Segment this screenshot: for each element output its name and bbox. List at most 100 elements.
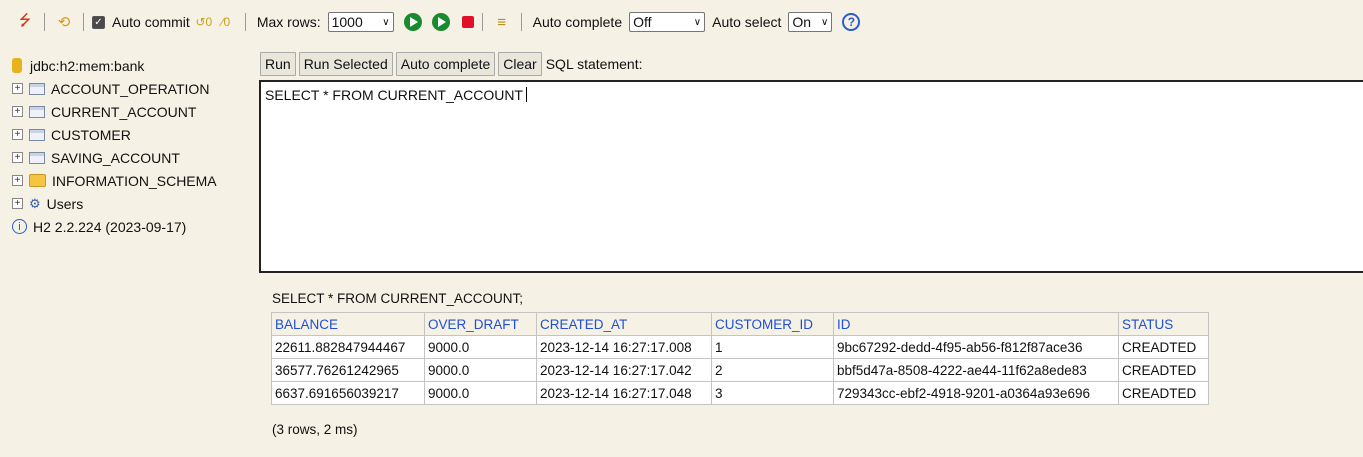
chevron-down-icon: ∨ [821, 16, 829, 28]
table-cell: 2023-12-14 16:27:17.008 [536, 335, 712, 359]
expand-icon[interactable]: + [12, 129, 23, 140]
run-selected-button[interactable]: Run Selected [298, 52, 393, 76]
column-header-id[interactable]: ID [833, 312, 1119, 336]
table-cell: 9000.0 [424, 381, 537, 405]
sql-editor[interactable]: SELECT * FROM CURRENT_ACCOUNT [259, 80, 1363, 273]
table-cell: 9000.0 [424, 335, 537, 359]
run-selected-icon[interactable] [431, 13, 450, 31]
users-label: Users [46, 195, 84, 212]
table-cell: CREADTED [1118, 358, 1209, 382]
table-cell: 22611.882847944467 [271, 335, 425, 359]
run-button[interactable]: Run [260, 52, 296, 76]
column-header-status[interactable]: STATUS [1118, 312, 1209, 336]
rollback-icon[interactable]: ↺0 [193, 11, 215, 33]
toolbar-separator [481, 13, 483, 31]
database-icon [12, 58, 22, 73]
table-cell: 36577.76261242965 [271, 358, 425, 382]
tree-table-customer[interactable]: + CUSTOMER [12, 123, 252, 146]
folder-icon [29, 174, 46, 187]
table-cell: 2023-12-14 16:27:17.042 [536, 358, 712, 382]
table-label: SAVING_ACCOUNT [51, 149, 180, 166]
run-icon[interactable] [403, 13, 422, 31]
table-cell: bbf5d47a-8508-4222-ae44-11f62a8ede83 [833, 358, 1119, 382]
expand-icon[interactable]: + [12, 83, 23, 94]
info-icon: i [12, 219, 27, 234]
auto-complete-value: Off [633, 14, 652, 30]
result-query-text: SELECT * FROM CURRENT_ACCOUNT; [272, 291, 524, 306]
table-cell: 729343cc-ebf2-4918-9201-a0364a93e696 [833, 381, 1119, 405]
table-icon [29, 105, 45, 118]
clear-button[interactable]: Clear [498, 52, 542, 76]
result-table: BALANCE OVER_DRAFT CREATED_AT CUSTOMER_I… [271, 312, 1209, 405]
table-row: 36577.76261242965 9000.0 2023-12-14 16:2… [271, 358, 1209, 382]
tree-table-current-account[interactable]: + CURRENT_ACCOUNT [12, 100, 252, 123]
table-cell: 1 [711, 335, 834, 359]
chevron-down-icon: ∨ [382, 16, 390, 28]
auto-select-label: Auto select [712, 14, 782, 30]
auto-select-select[interactable]: On ∨ [788, 12, 833, 32]
tree-table-saving-account[interactable]: + SAVING_ACCOUNT [12, 146, 252, 169]
column-header-over-draft[interactable]: OVER_DRAFT [424, 312, 537, 336]
table-label: ACCOUNT_OPERATION [51, 80, 210, 97]
users-icon: ⚙ [29, 195, 41, 211]
expand-icon[interactable]: + [12, 175, 23, 186]
auto-commit-checkbox[interactable]: ✓ [92, 15, 105, 29]
table-icon [29, 151, 45, 164]
commit-icon[interactable]: ∕0 [215, 11, 237, 33]
auto-complete-select[interactable]: Off ∨ [629, 12, 706, 32]
connection-label: jdbc:h2:mem:bank [30, 57, 145, 74]
sql-editor-text: SELECT * FROM CURRENT_ACCOUNT [265, 87, 523, 103]
tree-users[interactable]: + ⚙ Users [12, 192, 252, 215]
table-row: 22611.882847944467 9000.0 2023-12-14 16:… [271, 335, 1209, 359]
version-label: H2 2.2.224 (2023-09-17) [33, 218, 187, 235]
schema-tree: jdbc:h2:mem:bank + ACCOUNT_OPERATION + C… [12, 54, 252, 238]
table-cell: 6637.691656039217 [271, 381, 425, 405]
auto-commit-label: Auto commit [112, 14, 190, 30]
column-header-balance[interactable]: BALANCE [271, 312, 425, 336]
column-header-created-at[interactable]: CREATED_AT [536, 312, 712, 336]
column-header-customer-id[interactable]: CUSTOMER_ID [711, 312, 834, 336]
expand-icon[interactable]: + [12, 198, 23, 209]
tree-version: i H2 2.2.224 (2023-09-17) [12, 215, 252, 238]
auto-select-value: On [792, 14, 812, 30]
table-icon [29, 128, 45, 141]
table-cell: 9000.0 [424, 358, 537, 382]
auto-complete-button[interactable]: Auto complete [395, 52, 496, 76]
history-icon[interactable]: ≡ [491, 11, 513, 33]
result-footer: (3 rows, 2 ms) [272, 422, 358, 437]
table-cell: 2 [711, 358, 834, 382]
sql-statement-label: SQL statement: [545, 56, 643, 72]
table-cell: 9bc67292-dedd-4f95-ab56-f812f87ace36 [833, 335, 1119, 359]
max-rows-select[interactable]: 1000 ∨ [327, 12, 394, 32]
query-button-bar: Run Run Selected Auto complete Clear SQL… [260, 52, 642, 76]
table-cell: CREADTED [1118, 381, 1209, 405]
tree-connection[interactable]: jdbc:h2:mem:bank [12, 54, 252, 77]
toolbar-separator [44, 13, 45, 31]
table-label: CURRENT_ACCOUNT [51, 103, 197, 120]
tree-schema-information[interactable]: + INFORMATION_SCHEMA [12, 169, 252, 192]
max-rows-value: 1000 [331, 14, 363, 30]
chevron-down-icon: ∨ [693, 16, 702, 28]
table-cell: 2023-12-14 16:27:17.048 [536, 381, 712, 405]
tree-table-account-operation[interactable]: + ACCOUNT_OPERATION [12, 77, 252, 100]
stop-icon[interactable] [461, 16, 474, 28]
toolbar-separator [244, 13, 246, 31]
toolbar: ⭍ ⟲ ✓ Auto commit ↺0 ∕0 Max rows: 1000 ∨… [0, 0, 1363, 44]
expand-icon[interactable]: + [12, 106, 23, 117]
text-caret [526, 87, 527, 102]
table-icon [29, 82, 45, 95]
table-header-row: BALANCE OVER_DRAFT CREATED_AT CUSTOMER_I… [271, 312, 1209, 336]
disconnect-icon[interactable]: ⭍ [14, 11, 36, 33]
refresh-icon[interactable]: ⟲ [53, 11, 75, 33]
table-cell: 3 [711, 381, 834, 405]
toolbar-separator [520, 13, 522, 31]
toolbar-separator [83, 13, 84, 31]
auto-complete-label: Auto complete [532, 14, 623, 30]
help-icon[interactable]: ? [842, 13, 861, 31]
expand-icon[interactable]: + [12, 152, 23, 163]
table-row: 6637.691656039217 9000.0 2023-12-14 16:2… [271, 381, 1209, 405]
max-rows-label: Max rows: [256, 14, 321, 30]
table-label: CUSTOMER [51, 126, 131, 143]
table-cell: CREADTED [1118, 335, 1209, 359]
schema-label: INFORMATION_SCHEMA [52, 172, 217, 189]
